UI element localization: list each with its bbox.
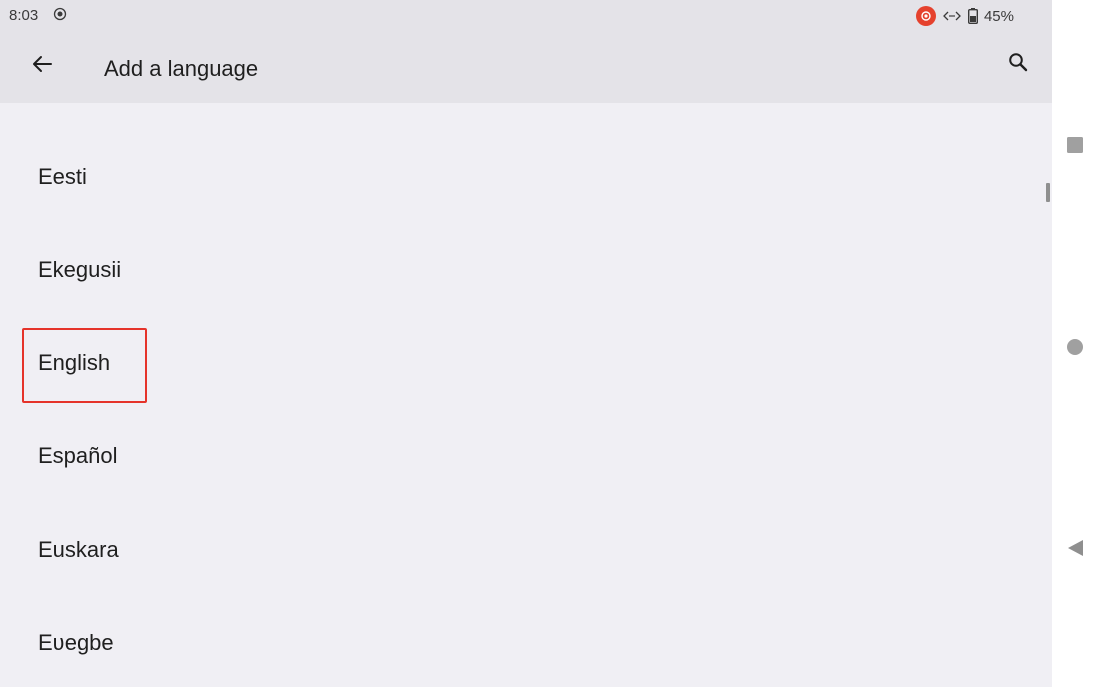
language-label: Ekegusii: [38, 257, 122, 282]
app-bar: 8:03 45% Add a language: [0, 0, 1052, 103]
language-label: Eesti: [38, 164, 87, 189]
status-bar: 8:03 45%: [0, 0, 1052, 34]
language-label: Euskara: [38, 537, 119, 562]
language-item-english[interactable]: English: [0, 317, 1040, 409]
language-item-euskara[interactable]: Euskara: [0, 504, 1040, 596]
language-item-espanol[interactable]: Español: [0, 410, 1040, 502]
language-item-ekegusii[interactable]: Ekegusii: [0, 224, 1040, 316]
language-picker-screen: 8:03 45% Add a language Eesti Ekegusii E…: [0, 0, 1052, 687]
data-saver-icon: [943, 11, 961, 21]
arrow-back-icon: [33, 56, 52, 72]
battery-icon: [967, 8, 978, 24]
status-icons: 45%: [915, 6, 1014, 26]
system-navigation-bar: [1052, 0, 1103, 687]
language-label: Español: [38, 443, 118, 468]
search-button[interactable]: [1002, 46, 1034, 78]
home-circle-icon[interactable]: [1066, 338, 1084, 356]
screen-record-icon: [53, 7, 67, 21]
battery-percent: 45%: [983, 7, 1014, 25]
back-button[interactable]: [26, 48, 58, 80]
back-triangle-icon[interactable]: [1066, 539, 1084, 557]
language-item-eegbe[interactable]: Eʋegbe: [0, 597, 1040, 687]
status-time: 8:03: [9, 7, 39, 24]
page-title: Add a language: [104, 56, 259, 81]
search-icon: [1009, 53, 1028, 72]
language-label: English: [38, 350, 111, 375]
cast-icon: [915, 6, 936, 26]
language-label: Eʋegbe: [38, 630, 114, 655]
language-item-eesti[interactable]: Eesti: [0, 131, 1040, 223]
scrollbar-thumb[interactable]: [1046, 183, 1050, 202]
recents-square-icon[interactable]: [1066, 136, 1084, 154]
